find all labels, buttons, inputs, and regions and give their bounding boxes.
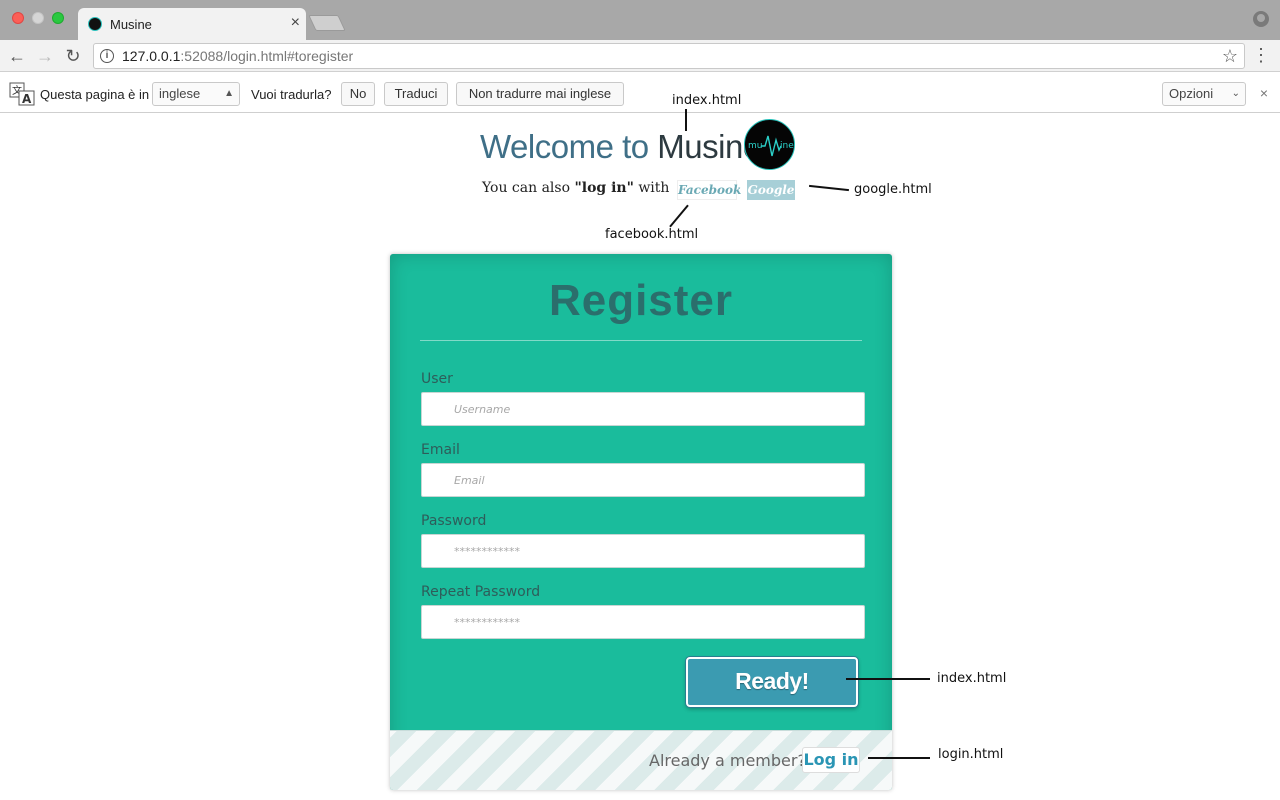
- welcome-text: Welcome to: [480, 128, 649, 165]
- no-translate-button[interactable]: No: [341, 82, 375, 106]
- forward-arrow-icon[interactable]: →: [34, 45, 56, 67]
- svg-text:A: A: [22, 92, 32, 106]
- alt-login-text: You can also "log in" with: [482, 180, 669, 196]
- already-member-text: Already a member?: [649, 751, 806, 770]
- bookmark-star-icon[interactable]: ☆: [1222, 46, 1238, 67]
- translate-question: Vuoi tradurla?: [251, 87, 332, 102]
- minimize-window-button[interactable]: [32, 12, 44, 24]
- card-footer: Already a member? Log in: [390, 730, 892, 790]
- annotation-ready-link: index.html: [937, 671, 1007, 686]
- annotation-line: [809, 184, 849, 192]
- options-select-value: Opzioni: [1169, 86, 1214, 101]
- user-label: User: [421, 371, 453, 387]
- alt-login-bold: "log in": [574, 180, 634, 196]
- tab-close-icon[interactable]: ×: [291, 14, 300, 32]
- translate-prefix: Questa pagina è in: [40, 87, 150, 102]
- musine-logo[interactable]: mu ine: [744, 119, 795, 170]
- email-label: Email: [421, 442, 460, 458]
- url-path: :52088/login.html#toregister: [180, 48, 354, 64]
- url-host: 127.0.0.1: [122, 48, 181, 64]
- browser-tab[interactable]: Musine ×: [78, 8, 306, 40]
- register-card: Register User Email Password Repeat Pass…: [390, 254, 892, 790]
- title-divider: [420, 340, 862, 341]
- annotation-google-link: google.html: [854, 182, 932, 197]
- browser-tab-bar: Musine ×: [0, 0, 1280, 40]
- password-label: Password: [421, 513, 487, 529]
- translate-button[interactable]: Traduci: [384, 82, 448, 106]
- repeat-password-label: Repeat Password: [421, 584, 541, 600]
- new-tab-button[interactable]: [308, 15, 346, 31]
- ready-submit-button[interactable]: Ready!: [686, 657, 858, 707]
- svg-text:mu: mu: [748, 141, 762, 151]
- register-title: Register: [548, 276, 734, 325]
- svg-text:ine: ine: [780, 141, 794, 151]
- facebook-login-button[interactable]: Facebook: [677, 180, 741, 200]
- close-window-button[interactable]: [12, 12, 24, 24]
- back-arrow-icon[interactable]: ←: [6, 45, 28, 67]
- maximize-window-button[interactable]: [52, 12, 64, 24]
- language-select-value: inglese: [159, 86, 201, 101]
- musine-waveform-icon: mu ine: [748, 135, 794, 157]
- select-updown-icon: ▲: [224, 88, 234, 99]
- annotation-line: [868, 757, 930, 759]
- translate-bar: 文 A Questa pagina è in inglese ▲ Vuoi tr…: [0, 73, 1280, 113]
- options-select[interactable]: Opzioni ⌄: [1162, 82, 1246, 106]
- reload-icon[interactable]: ↻: [62, 45, 84, 67]
- welcome-heading: Welcome to Musine: [480, 128, 761, 166]
- tab-title: Musine: [110, 16, 152, 32]
- chevron-down-icon: ⌄: [1231, 88, 1240, 99]
- alt-login-prefix: You can also: [482, 180, 571, 196]
- translate-icon: 文 A: [9, 82, 35, 106]
- profile-icon[interactable]: [1253, 11, 1269, 27]
- annotation-line: [846, 678, 930, 680]
- annotation-login-link: login.html: [938, 747, 1004, 762]
- annotation-line: [685, 109, 687, 131]
- username-input[interactable]: [421, 392, 865, 426]
- never-translate-button[interactable]: Non tradurre mai inglese: [456, 82, 624, 106]
- repeat-password-input[interactable]: [421, 605, 865, 639]
- browser-toolbar: ← → ↻ i 127.0.0.1:52088/login.html#toreg…: [0, 40, 1280, 72]
- email-input[interactable]: [421, 463, 865, 497]
- close-translate-icon[interactable]: ×: [1260, 85, 1268, 101]
- alt-login-suffix: with: [638, 180, 670, 196]
- address-bar[interactable]: i 127.0.0.1:52088/login.html#toregister …: [93, 43, 1245, 69]
- page-content: Welcome to Musine mu ine You can also "l…: [0, 93, 1280, 800]
- annotation-facebook-link: facebook.html: [605, 227, 699, 242]
- browser-menu-icon[interactable]: ⋮: [1252, 45, 1270, 65]
- log-in-button[interactable]: Log in: [802, 747, 860, 773]
- info-icon[interactable]: i: [100, 49, 114, 63]
- musine-favicon-icon: [88, 17, 102, 31]
- annotation-logo-link: index.html: [672, 93, 742, 108]
- annotation-line: [669, 204, 689, 228]
- google-login-button[interactable]: Google: [747, 180, 795, 200]
- language-select[interactable]: inglese ▲: [152, 82, 240, 106]
- password-input[interactable]: [421, 534, 865, 568]
